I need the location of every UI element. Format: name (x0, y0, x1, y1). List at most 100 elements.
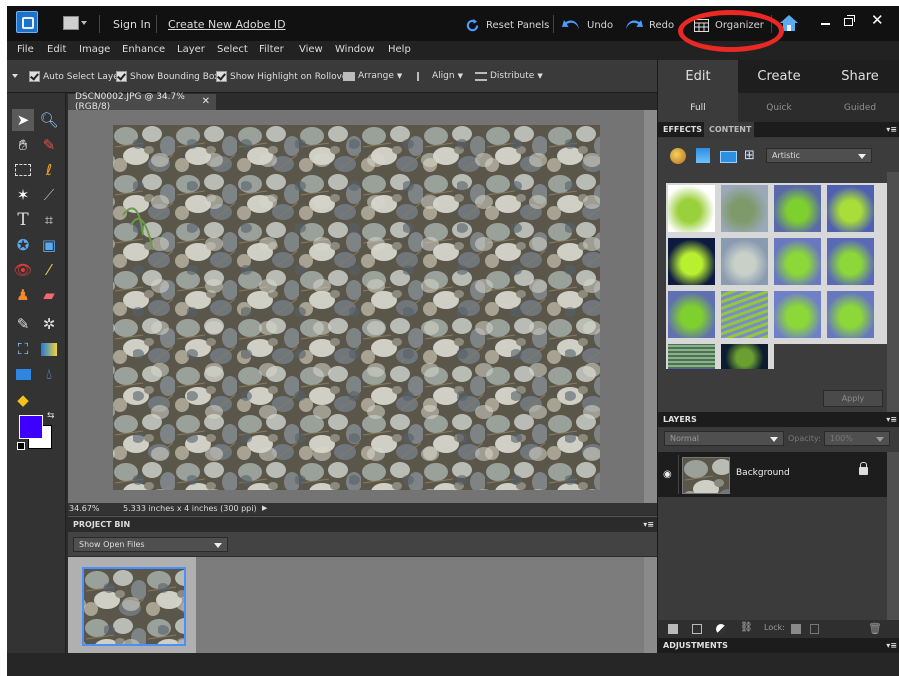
lasso-tool-icon[interactable]: ℓ (38, 159, 60, 181)
create-adobe-id-link[interactable]: Create New Adobe ID (168, 18, 286, 31)
red-eye-tool-icon[interactable]: 👁︎ (12, 259, 34, 281)
tab-guided[interactable]: Guided (820, 93, 899, 122)
filters-icon[interactable] (670, 148, 686, 164)
tab-edit[interactable]: Edit (658, 60, 738, 93)
bin-thumbnail-slot[interactable] (68, 557, 196, 653)
type-tool-icon[interactable]: T (12, 209, 34, 231)
visibility-eye-icon[interactable]: ◉ (663, 469, 672, 480)
trash-icon[interactable]: 🗑︎ (868, 622, 882, 635)
opacity-field[interactable]: 100% (824, 431, 890, 446)
document-tab[interactable]: DSCN0002.JPG @ 34.7% (RGB/8) ✕ (68, 92, 216, 112)
menu-filter[interactable]: Filter (259, 44, 284, 55)
effect-thumbnail[interactable] (668, 291, 715, 338)
effect-thumbnail[interactable] (827, 238, 874, 285)
tab-share[interactable]: Share (820, 60, 899, 93)
new-layer-icon[interactable] (668, 624, 678, 634)
move-tool-icon[interactable]: ➤ (12, 109, 34, 131)
menu-help[interactable]: Help (388, 44, 411, 55)
sponge-tool-icon[interactable]: ◆ (12, 389, 34, 411)
effect-thumbnail[interactable] (774, 185, 821, 232)
gradient-tool-icon[interactable] (38, 338, 60, 360)
panel-menu-icon[interactable]: ▾≡ (886, 125, 897, 134)
lock-all-icon[interactable] (810, 624, 819, 634)
show-open-files-dropdown[interactable]: Show Open Files (73, 537, 228, 552)
workspace-layout-icon[interactable] (63, 16, 79, 30)
panel-menu-icon[interactable]: ▾≡ (643, 520, 654, 529)
zoom-tool-icon[interactable]: 🔍︎ (38, 109, 60, 131)
effect-thumbnail[interactable] (721, 185, 768, 232)
recompose-tool-icon[interactable]: ▣ (38, 234, 60, 256)
bin-scrollbar[interactable] (644, 557, 657, 653)
effect-thumbnail[interactable] (721, 291, 768, 338)
panel-menu-icon[interactable]: ▾≡ (886, 415, 897, 424)
menu-edit[interactable]: Edit (47, 44, 66, 55)
show-bounding-box-checkbox[interactable]: Show Bounding Box (116, 71, 219, 82)
new-group-icon[interactable] (692, 624, 702, 634)
show-all-icon[interactable]: ⊞ (744, 148, 760, 164)
photo-effects-icon[interactable] (720, 151, 737, 163)
minimize-icon[interactable] (821, 23, 830, 25)
eyedropper-tool-icon[interactable]: ✎ (38, 134, 60, 156)
effect-thumbnail[interactable] (668, 238, 715, 285)
effect-thumbnail[interactable] (721, 344, 768, 369)
effect-thumbnail[interactable] (668, 185, 715, 232)
link-icon[interactable]: ⛓ (740, 622, 753, 633)
close-tab-icon[interactable]: ✕ (202, 96, 210, 107)
menu-view[interactable]: View (299, 44, 323, 55)
swap-colors-icon[interactable]: ⇆ (47, 411, 55, 421)
tab-quick[interactable]: Quick (739, 93, 819, 122)
menu-enhance[interactable]: Enhance (122, 44, 165, 55)
arrange-dropdown[interactable]: Arrange ▼ (343, 71, 402, 81)
paint-bucket-tool-icon[interactable]: ⛶ (12, 338, 34, 360)
marquee-tool-icon[interactable] (12, 159, 34, 181)
menu-layer[interactable]: Layer (177, 44, 205, 55)
tab-create[interactable]: Create (739, 60, 819, 93)
adjustment-layer-icon[interactable] (716, 624, 726, 634)
foreground-color-swatch[interactable] (19, 415, 43, 439)
effects-tab[interactable]: EFFECTS (663, 125, 702, 134)
effect-thumbnail[interactable] (721, 238, 768, 285)
zoom-level[interactable]: 34.67% (69, 504, 100, 513)
quick-selection-tool-icon[interactable]: ⟋ (38, 184, 60, 206)
layer-row-background[interactable]: ◉ Background (658, 452, 899, 497)
blend-mode-dropdown[interactable]: Normal (664, 431, 784, 446)
shape-tool-icon[interactable] (12, 363, 34, 385)
layers-scrollbar[interactable] (887, 452, 899, 620)
effects-scrollbar[interactable] (887, 172, 899, 413)
brush-tool-icon[interactable]: ✎ (12, 313, 34, 335)
canvas-vertical-scrollbar[interactable] (644, 110, 657, 503)
content-tab[interactable]: CONTENT (709, 125, 751, 134)
effect-thumbnail[interactable] (774, 291, 821, 338)
show-highlight-checkbox[interactable]: Show Highlight on Rollover (216, 71, 351, 82)
undo-button[interactable]: Undo (562, 15, 613, 35)
crop-tool-icon[interactable]: ⌗ (38, 209, 60, 231)
effect-thumbnail[interactable] (827, 185, 874, 232)
panel-menu-icon[interactable]: ▾≡ (886, 641, 897, 650)
layer-styles-icon[interactable] (696, 148, 710, 163)
menu-window[interactable]: Window (335, 44, 374, 55)
cookie-cutter-tool-icon[interactable]: ✪ (12, 234, 34, 256)
options-collapse-icon[interactable] (12, 74, 18, 78)
auto-select-layer-checkbox[interactable]: Auto Select Layer (29, 71, 122, 82)
status-arrow-icon[interactable]: ▶ (262, 504, 267, 512)
eraser-tool-icon[interactable]: ▰ (38, 284, 60, 306)
document-image[interactable] (113, 125, 600, 490)
smart-brush-tool-icon[interactable]: ✲ (38, 313, 60, 335)
tab-full[interactable]: Full (658, 93, 738, 122)
canvas-area[interactable] (68, 110, 657, 503)
effect-thumbnail[interactable] (668, 344, 715, 369)
sign-in-link[interactable]: Sign In (113, 18, 151, 31)
hand-tool-icon[interactable]: ✋︎ (12, 134, 34, 156)
clone-stamp-tool-icon[interactable]: ♟ (12, 284, 34, 306)
effect-thumbnail[interactable] (774, 238, 821, 285)
effects-category-dropdown[interactable]: Artistic (766, 148, 872, 163)
redo-button[interactable]: Redo (624, 15, 674, 35)
menu-image[interactable]: Image (79, 44, 110, 55)
chevron-down-icon[interactable] (81, 21, 87, 25)
close-icon[interactable]: ✕ (871, 11, 884, 29)
menu-file[interactable]: File (17, 44, 34, 55)
apply-button[interactable]: Apply (823, 390, 883, 407)
menu-select[interactable]: Select (217, 44, 248, 55)
lock-transparency-icon[interactable] (791, 624, 801, 634)
healing-brush-tool-icon[interactable]: ⁄ (38, 259, 60, 281)
